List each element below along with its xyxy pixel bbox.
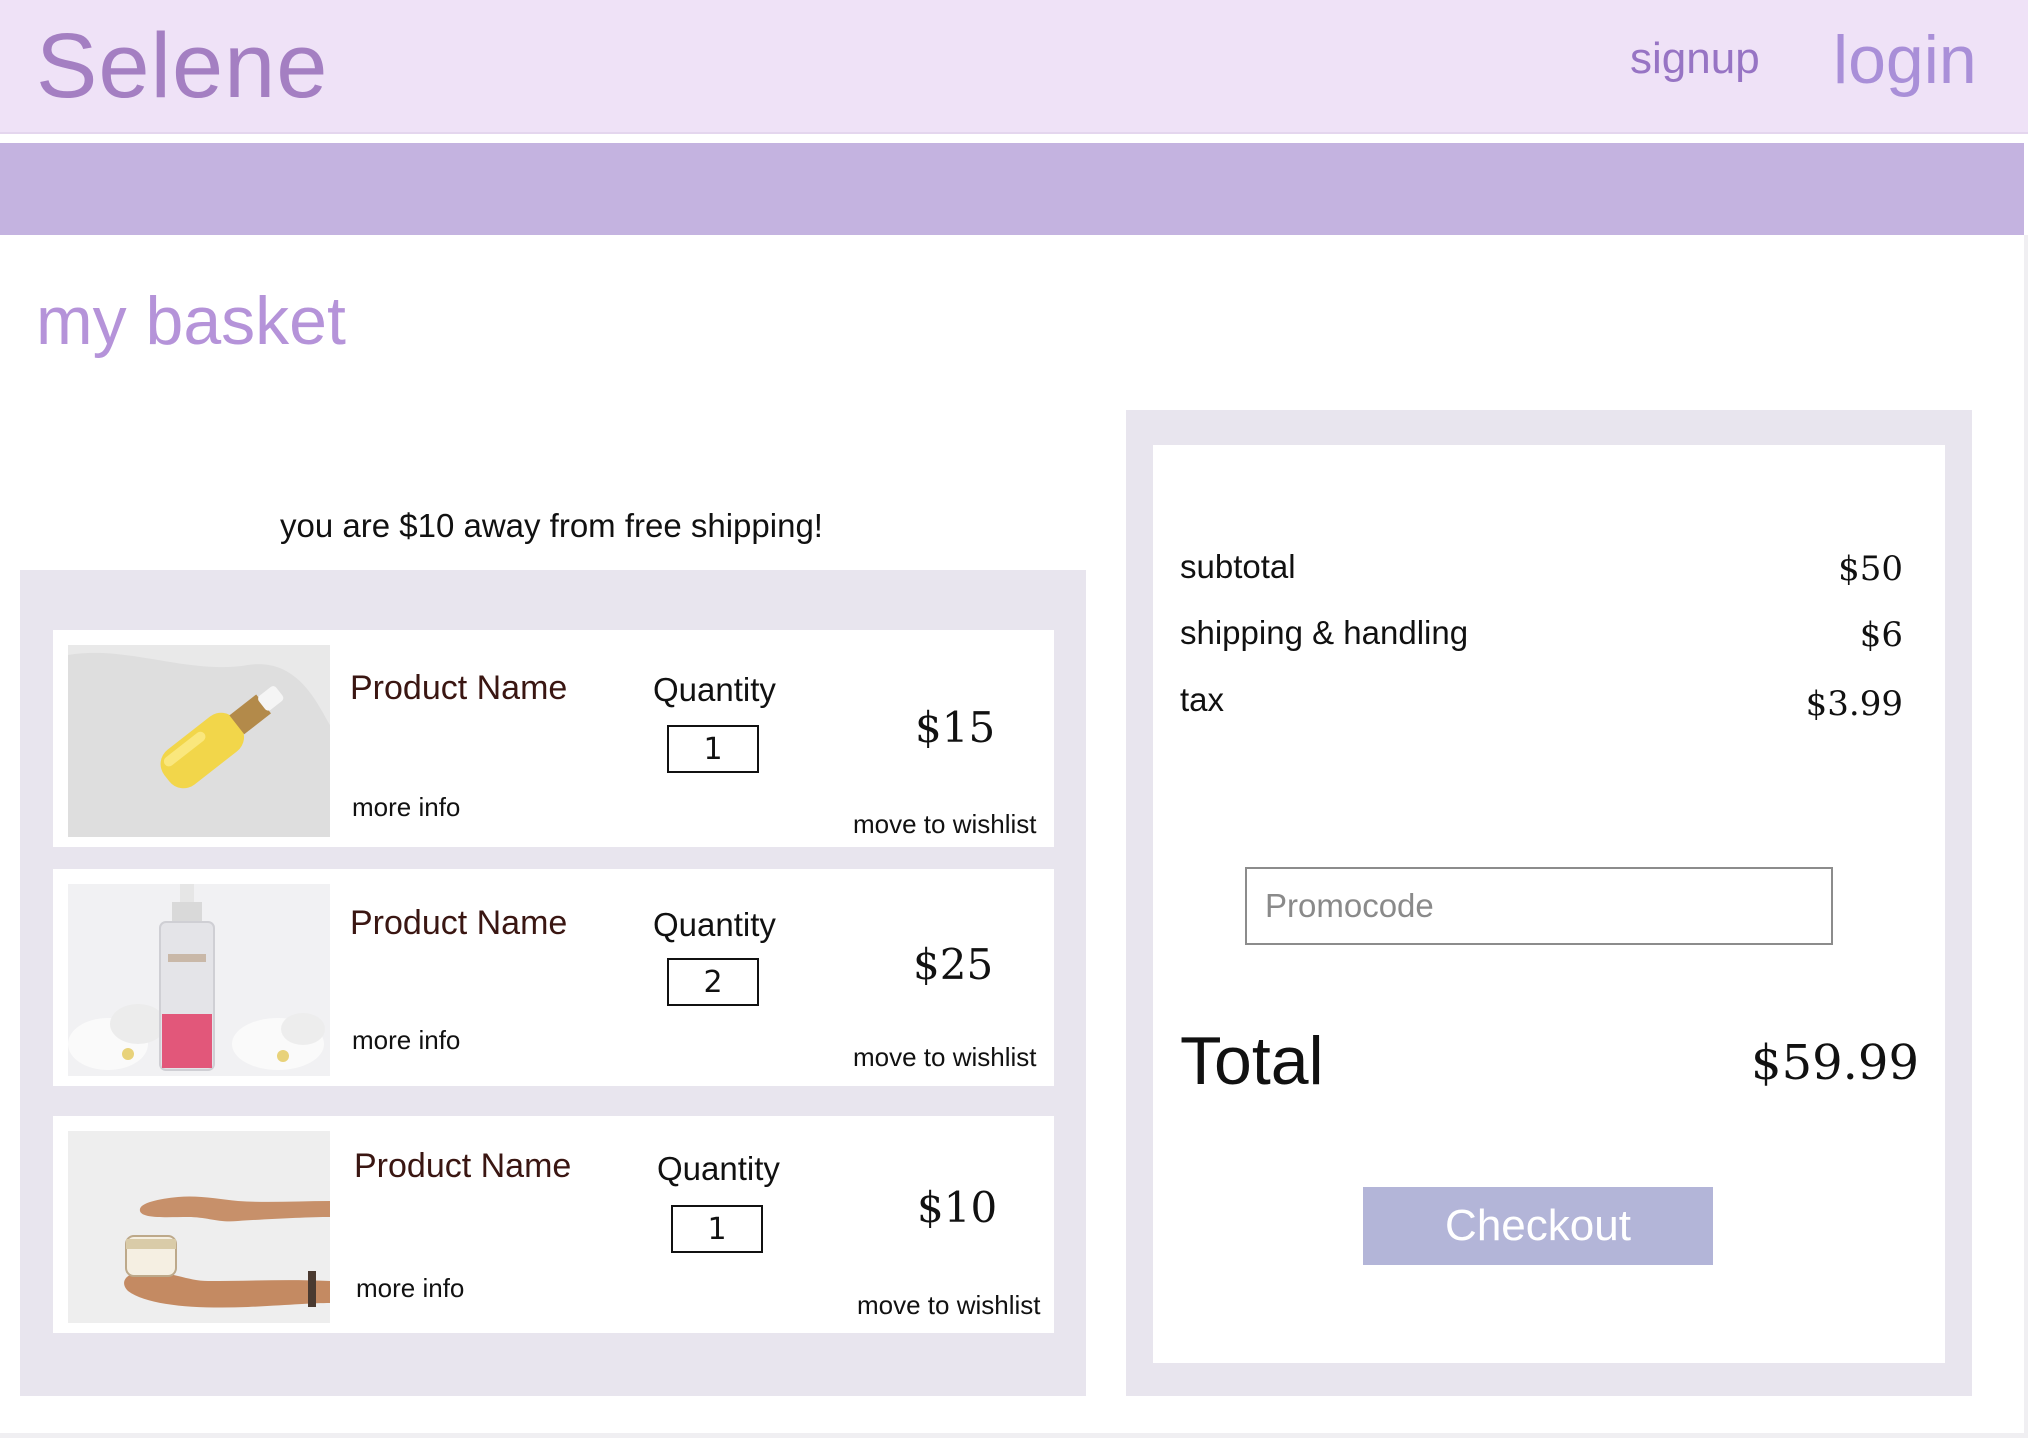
subtotal-label: subtotal [1180, 548, 1296, 585]
item-price: $25 [913, 940, 994, 989]
shipping-label: shipping & handling [1180, 614, 1469, 651]
total-value: $59.99 [1751, 1035, 1919, 1091]
more-info-link[interactable]: more info [352, 1025, 460, 1055]
quantity-label: Quantity [653, 906, 776, 943]
move-to-wishlist-link[interactable]: move to wishlist [853, 809, 1037, 839]
subtotal-value: $50 [1838, 549, 1903, 589]
quantity-label: Quantity [653, 671, 776, 708]
product-image[interactable] [68, 1131, 330, 1323]
quantity-input[interactable] [667, 958, 759, 1006]
product-name[interactable]: Product Name [350, 903, 567, 943]
frame-edge [2024, 235, 2028, 1438]
brand-logo[interactable]: Selene [36, 10, 328, 122]
page-title: my basket [36, 283, 346, 359]
quantity-input[interactable] [667, 725, 759, 773]
item-price: $15 [915, 703, 996, 752]
more-info-link[interactable]: more info [356, 1273, 464, 1303]
product-name[interactable]: Product Name [354, 1146, 571, 1186]
move-to-wishlist-link[interactable]: move to wishlist [857, 1290, 1041, 1320]
move-to-wishlist-link[interactable]: move to wishlist [853, 1042, 1037, 1072]
cart-item: Product Name more info Quantity $15 move… [53, 630, 1054, 847]
more-info-link[interactable]: more info [352, 792, 460, 822]
cart-item: Product Name more info Quantity $10 move… [53, 1116, 1054, 1333]
free-shipping-message: you are $10 away from free shipping! [280, 507, 823, 544]
tax-label: tax [1180, 681, 1225, 718]
nav-stripe [0, 143, 2024, 235]
item-price: $10 [917, 1183, 998, 1232]
login-link[interactable]: login [1833, 22, 1977, 98]
cart-panel: Product Name more info Quantity $15 move… [20, 570, 1086, 1396]
order-summary-card: subtotal $50 shipping & handling $6 tax … [1153, 445, 1945, 1363]
shipping-value: $6 [1859, 615, 1903, 655]
frame-edge [0, 1433, 2028, 1438]
product-image[interactable] [68, 884, 330, 1076]
checkout-button[interactable]: Checkout [1363, 1187, 1713, 1265]
product-name[interactable]: Product Name [350, 668, 567, 708]
cart-item: Product Name more info Quantity $25 move… [53, 869, 1054, 1086]
signup-link[interactable]: signup [1630, 32, 1760, 86]
total-label: Total [1180, 1023, 1324, 1099]
quantity-label: Quantity [657, 1150, 780, 1187]
product-image[interactable] [68, 645, 330, 837]
top-header: Selene signup login [0, 0, 2028, 134]
quantity-input[interactable] [671, 1205, 763, 1253]
order-summary-panel: subtotal $50 shipping & handling $6 tax … [1126, 410, 1972, 1396]
promocode-input[interactable] [1245, 867, 1833, 945]
tax-value: $3.99 [1805, 684, 1903, 724]
